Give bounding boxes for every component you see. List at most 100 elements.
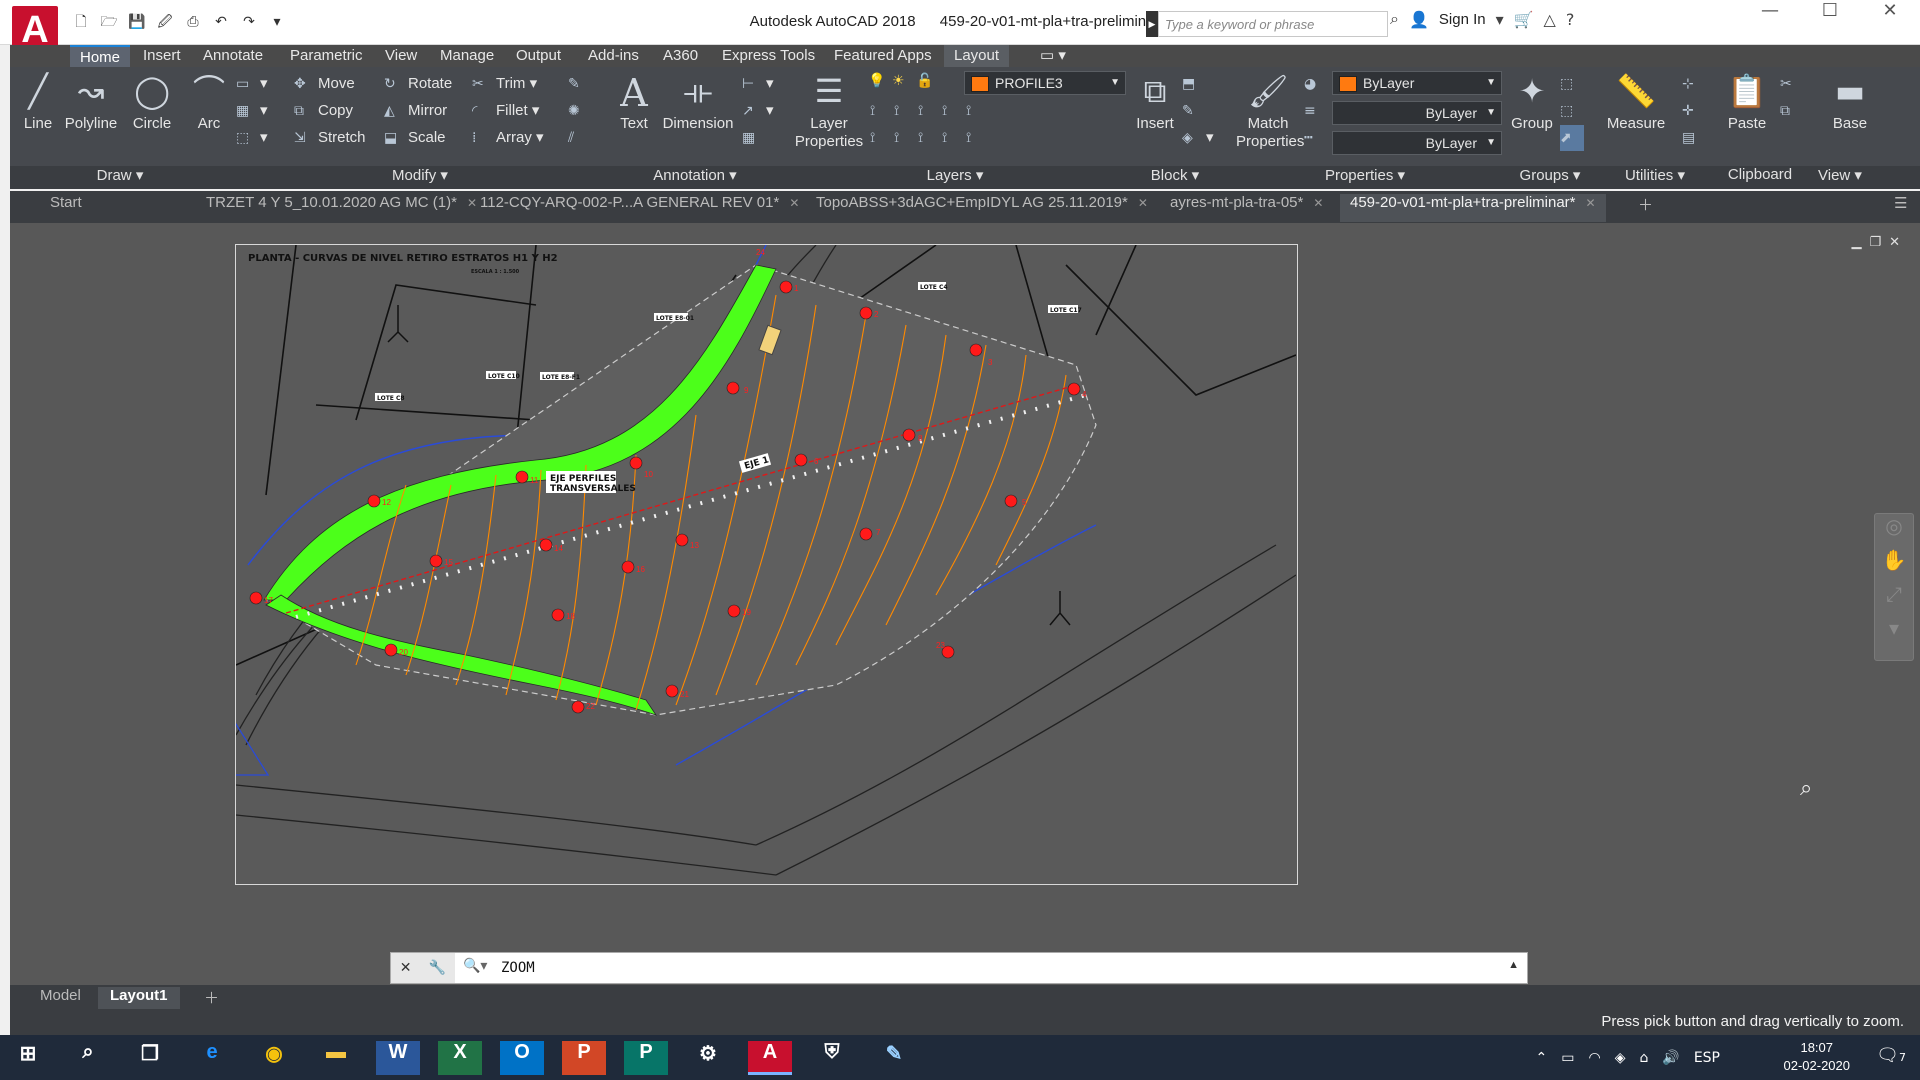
panel-utilities-title[interactable]: Utilities ▾ bbox=[1600, 166, 1710, 189]
linear-dim-icon[interactable]: ⊢ ▾ bbox=[742, 71, 774, 97]
doc-tab-active[interactable]: 459-20-v01-mt-pla+tra-preliminar* ✕ bbox=[1340, 194, 1606, 222]
tab-model[interactable]: Model bbox=[28, 987, 93, 1009]
search-icon[interactable]: ⌕ bbox=[66, 1041, 110, 1075]
dimension-button[interactable]: ⟛ Dimension bbox=[660, 71, 736, 132]
match-properties-button[interactable]: 🖌 Match Properties bbox=[1236, 71, 1304, 151]
panel-block-title[interactable]: Block ▾ bbox=[1125, 166, 1225, 189]
explode-icon[interactable]: ✺ bbox=[568, 98, 592, 124]
layer-tools-row1[interactable]: ⟟ ⟟ ⟟ ⟟ ⟟ bbox=[870, 98, 990, 124]
base-view-button[interactable]: ▬ Base bbox=[1824, 71, 1876, 132]
save-icon[interactable]: 💾 bbox=[126, 12, 148, 32]
linetype-icon[interactable]: ┅ bbox=[1304, 125, 1328, 151]
battery-icon[interactable]: ▭ bbox=[1561, 1050, 1574, 1066]
array-button[interactable]: ⁞ Array ▾ bbox=[472, 125, 544, 151]
qat-dropdown-icon[interactable]: ▾ bbox=[266, 12, 288, 32]
panel-properties-title[interactable]: Properties ▾ bbox=[1230, 166, 1500, 189]
scale-button[interactable]: ⬓ Scale bbox=[384, 125, 446, 151]
binoculars-icon[interactable]: ⌕ bbox=[1390, 9, 1399, 29]
edge-icon[interactable]: e bbox=[190, 1041, 234, 1075]
calculator-icon[interactable]: ▤ bbox=[1682, 125, 1706, 151]
search-expand-icon[interactable]: ▶ bbox=[1146, 11, 1158, 37]
viewport-minimize-icon[interactable]: ▁ bbox=[1851, 235, 1861, 250]
group-button[interactable]: ✦ Group bbox=[1506, 71, 1558, 132]
search-input[interactable]: Type a keyword or phrase bbox=[1158, 11, 1388, 37]
group-select-icon[interactable]: ⬈ bbox=[1560, 125, 1584, 151]
new-layout-icon[interactable]: ＋ bbox=[192, 987, 231, 1009]
doc-tab[interactable]: TopoABSS+3dAGC+EmpIDYL AG 25.11.2019* ✕ bbox=[806, 194, 1158, 222]
table-icon[interactable]: ▦ bbox=[742, 125, 766, 151]
edit-block-icon[interactable]: ✎ bbox=[1182, 98, 1206, 124]
command-line[interactable]: ✕ 🔧 🔍▾ ZOOM ▲ bbox=[390, 952, 1528, 984]
pan-icon[interactable]: ✋ bbox=[1875, 548, 1913, 582]
erase-icon[interactable]: ✎ bbox=[568, 71, 592, 97]
network-icon[interactable]: ⌂ bbox=[1639, 1050, 1648, 1066]
paint-icon[interactable]: ✎ bbox=[872, 1041, 916, 1075]
tab-featured-apps[interactable]: Featured Apps bbox=[824, 45, 942, 67]
text-button[interactable]: A Text bbox=[612, 71, 656, 132]
leader-icon[interactable]: ↗ ▾ bbox=[742, 98, 774, 124]
sign-in-link[interactable]: Sign In bbox=[1439, 11, 1486, 28]
close-icon[interactable]: ✕ bbox=[1860, 0, 1920, 45]
tab-view[interactable]: View bbox=[375, 45, 427, 67]
doc-tab[interactable]: TRZET 4 Y 5_10.01.2020 AG MC (1)* ✕ bbox=[196, 194, 487, 222]
steering-wheel-icon[interactable]: ◎ bbox=[1875, 514, 1913, 548]
viewport-close-icon[interactable]: ✕ bbox=[1889, 235, 1900, 250]
tab-home[interactable]: Home bbox=[70, 45, 131, 67]
point-icon[interactable]: ✛ bbox=[1682, 98, 1706, 124]
viewport-restore-icon[interactable]: ❐ bbox=[1869, 235, 1881, 250]
file-explorer-icon[interactable]: ▬ bbox=[314, 1041, 358, 1075]
layer-properties-button[interactable]: ☰ Layer Properties bbox=[790, 71, 868, 151]
doc-tab[interactable]: 112-CQY-ARQ-002-P...A GENERAL REV 01* ✕ bbox=[470, 194, 809, 222]
chevron-down-icon[interactable]: ▾ bbox=[1496, 10, 1504, 29]
dropbox-icon[interactable]: ◈ bbox=[1615, 1050, 1626, 1066]
measure-button[interactable]: 📏 Measure bbox=[1604, 71, 1668, 132]
volume-icon[interactable]: 🔊 bbox=[1662, 1050, 1679, 1066]
create-block-icon[interactable]: ⬒ bbox=[1182, 71, 1206, 97]
rectangle-icon[interactable]: ▭ ▾ bbox=[236, 71, 268, 97]
tab-parametric[interactable]: Parametric bbox=[280, 45, 373, 67]
ungroup-icon[interactable]: ⬚ bbox=[1560, 71, 1584, 97]
ribbon-state-icon[interactable]: ▭ ▾ bbox=[1030, 45, 1076, 67]
tab-layout1[interactable]: Layout1 bbox=[98, 987, 180, 1009]
powerpoint-icon[interactable]: P bbox=[562, 1041, 606, 1075]
open-icon[interactable]: 🗁 bbox=[98, 12, 120, 32]
copy-button[interactable]: ⧉ Copy bbox=[294, 98, 353, 124]
group-edit-icon[interactable]: ⬚ bbox=[1560, 98, 1584, 124]
paste-button[interactable]: 📋 Paste bbox=[1722, 71, 1772, 132]
panel-view-title[interactable]: View ▾ bbox=[1810, 166, 1870, 189]
linetype-dropdown[interactable]: ByLayer ▼ bbox=[1332, 131, 1502, 155]
wifi-icon[interactable]: ◠ bbox=[1588, 1050, 1600, 1066]
redo-icon[interactable]: ↷ bbox=[238, 12, 260, 32]
command-history-icon[interactable]: ▲ bbox=[1508, 959, 1519, 971]
task-view-icon[interactable]: ❐ bbox=[128, 1041, 172, 1075]
fillet-button[interactable]: ◜ Fillet ▾ bbox=[472, 98, 539, 124]
panel-annotation-title[interactable]: Annotation ▾ bbox=[605, 166, 785, 189]
security-icon[interactable]: ⛨ bbox=[810, 1041, 854, 1075]
command-search-icon[interactable]: 🔍▾ bbox=[463, 958, 487, 974]
panel-groups-title[interactable]: Groups ▾ bbox=[1505, 166, 1595, 189]
stretch-button[interactable]: ⇲ Stretch bbox=[294, 125, 366, 151]
tabs-overflow-icon[interactable]: ☰ bbox=[1884, 194, 1917, 222]
mirror-button[interactable]: ◭ Mirror bbox=[384, 98, 447, 124]
hatch-icon[interactable]: ▦ ▾ bbox=[236, 98, 268, 124]
tab-layout[interactable]: Layout bbox=[944, 45, 1010, 67]
tab-insert[interactable]: Insert bbox=[133, 45, 191, 67]
layer-tools-row2[interactable]: ⟟ ⟟ ⟟ ⟟ ⟟ bbox=[870, 125, 990, 151]
tab-annotate[interactable]: Annotate bbox=[193, 45, 273, 67]
clock[interactable]: 18:07 02-02-2020 bbox=[1784, 1039, 1851, 1075]
copy-clip-icon[interactable]: ⧉ bbox=[1780, 98, 1804, 124]
undo-icon[interactable]: ↶ bbox=[210, 12, 232, 32]
rotate-button[interactable]: ↻ Rotate bbox=[384, 71, 452, 97]
language-indicator[interactable]: ESP bbox=[1694, 1050, 1720, 1066]
panel-layers-title[interactable]: Layers ▾ bbox=[790, 166, 1120, 189]
line-button[interactable]: ╱ Line bbox=[16, 71, 60, 132]
trim-button[interactable]: ✂ Trim ▾ bbox=[472, 71, 537, 97]
project-icon[interactable]: P bbox=[624, 1041, 668, 1075]
excel-icon[interactable]: X bbox=[438, 1041, 482, 1075]
polyline-button[interactable]: ↝ Polyline bbox=[62, 71, 120, 132]
orbit-icon[interactable]: ▾ bbox=[1875, 616, 1913, 650]
insert-button[interactable]: ⧉ Insert bbox=[1130, 71, 1180, 132]
circle-button[interactable]: ◯ Circle bbox=[128, 71, 176, 132]
zoom-extents-icon[interactable]: ⤢ bbox=[1875, 582, 1913, 616]
tab-output[interactable]: Output bbox=[506, 45, 571, 67]
